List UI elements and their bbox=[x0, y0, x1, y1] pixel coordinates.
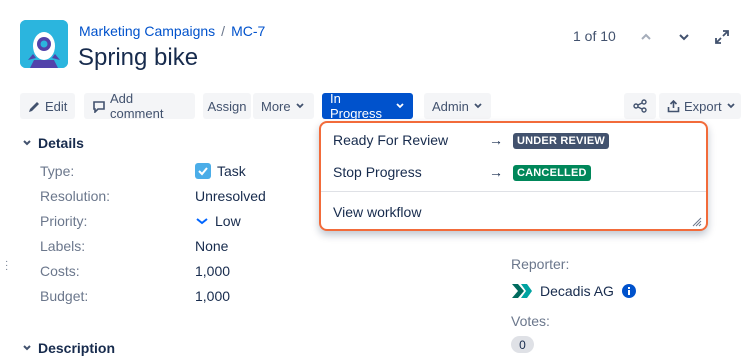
votes-label: Votes: bbox=[511, 313, 550, 329]
comment-icon bbox=[93, 100, 105, 113]
info-icon[interactable] bbox=[621, 284, 636, 298]
breadcrumb-separator: / bbox=[221, 23, 226, 39]
pager-text: 1 of 10 bbox=[573, 28, 616, 44]
details-heading: Details bbox=[38, 135, 84, 151]
breadcrumb-project-link[interactable]: Marketing Campaigns bbox=[79, 23, 215, 39]
reporter-label: Reporter: bbox=[511, 256, 570, 272]
more-button[interactable]: More bbox=[253, 93, 314, 119]
project-avatar[interactable] bbox=[20, 20, 68, 68]
decadis-logo-icon bbox=[512, 284, 532, 298]
previous-issue-button[interactable] bbox=[635, 26, 657, 48]
add-comment-button[interactable]: Add comment bbox=[84, 91, 195, 121]
description-heading: Description bbox=[38, 340, 116, 356]
admin-label: Admin bbox=[432, 98, 469, 114]
chevron-down-icon bbox=[23, 140, 31, 146]
transition-arrow: → bbox=[489, 132, 503, 148]
reporter: Decadis AG bbox=[512, 283, 636, 299]
priority-value: Low bbox=[195, 213, 241, 229]
expand-button[interactable] bbox=[711, 26, 733, 48]
expand-icon bbox=[715, 30, 729, 44]
votes-count-badge[interactable]: 0 bbox=[511, 336, 534, 353]
transition-arrow: → bbox=[489, 164, 503, 180]
drag-handle-icon[interactable]: · · · bbox=[5, 257, 8, 275]
share-icon bbox=[633, 99, 647, 113]
reporter-name[interactable]: Decadis AG bbox=[540, 283, 614, 299]
labels-label: Labels: bbox=[40, 238, 86, 254]
edit-label: Edit bbox=[45, 98, 68, 114]
chevron-down-icon bbox=[726, 103, 735, 109]
next-issue-button[interactable] bbox=[673, 26, 695, 48]
task-checkbox-icon bbox=[195, 163, 211, 179]
status-dropdown-button[interactable]: In Progress bbox=[322, 91, 413, 121]
costs-label: Costs: bbox=[40, 263, 80, 279]
share-button[interactable] bbox=[624, 93, 656, 119]
more-label: More bbox=[261, 98, 291, 114]
export-button[interactable]: Export bbox=[659, 93, 741, 119]
chevron-down-icon bbox=[396, 103, 404, 109]
priority-low-icon bbox=[196, 218, 208, 225]
chevron-down-icon bbox=[679, 34, 689, 41]
admin-button[interactable]: Admin bbox=[424, 93, 491, 119]
assign-label: Assign bbox=[207, 98, 247, 114]
budget-value: 1,000 bbox=[195, 288, 231, 304]
resize-handle-icon[interactable] bbox=[690, 215, 702, 227]
view-workflow-link[interactable]: View workflow bbox=[333, 204, 421, 220]
priority-label: Priority: bbox=[40, 213, 88, 229]
transition-ready-for-review[interactable]: Ready For Review bbox=[333, 132, 448, 148]
status-transitions-menu: Ready For Review → UNDER REVIEW Stop Pro… bbox=[319, 121, 708, 231]
details-section-toggle[interactable]: Details bbox=[22, 135, 84, 151]
export-label: Export bbox=[684, 98, 722, 114]
resolution-label: Resolution: bbox=[40, 188, 111, 204]
type-value: Task bbox=[195, 163, 246, 179]
description-section-toggle[interactable]: Description bbox=[22, 340, 115, 356]
status-lozenge-under-review: UNDER REVIEW bbox=[513, 133, 609, 149]
issue-title: Spring bike bbox=[78, 44, 199, 71]
assign-button[interactable]: Assign bbox=[203, 93, 251, 119]
chevron-down-icon bbox=[474, 103, 482, 109]
rocket-avatar-icon bbox=[20, 20, 68, 68]
pencil-icon bbox=[29, 101, 39, 112]
costs-value: 1,000 bbox=[195, 263, 231, 279]
type-value-text: Task bbox=[217, 163, 246, 179]
breadcrumb: Marketing Campaigns / MC-7 bbox=[79, 23, 265, 39]
edit-button[interactable]: Edit bbox=[20, 93, 75, 119]
chevron-down-icon bbox=[295, 103, 304, 109]
breadcrumb-issue-link[interactable]: MC-7 bbox=[231, 23, 265, 39]
export-icon bbox=[667, 99, 680, 112]
priority-value-text: Low bbox=[215, 213, 241, 229]
resolution-value: Unresolved bbox=[195, 188, 266, 204]
budget-label: Budget: bbox=[40, 288, 89, 304]
transition-stop-progress[interactable]: Stop Progress bbox=[333, 164, 422, 180]
status-lozenge-cancelled: CANCELLED bbox=[513, 165, 591, 181]
chevron-up-icon bbox=[641, 33, 651, 40]
chevron-down-icon bbox=[23, 345, 31, 351]
labels-value: None bbox=[195, 238, 229, 254]
menu-divider bbox=[321, 191, 706, 192]
add-comment-label: Add comment bbox=[110, 91, 164, 121]
status-label: In Progress bbox=[330, 91, 383, 121]
type-label: Type: bbox=[40, 163, 75, 179]
